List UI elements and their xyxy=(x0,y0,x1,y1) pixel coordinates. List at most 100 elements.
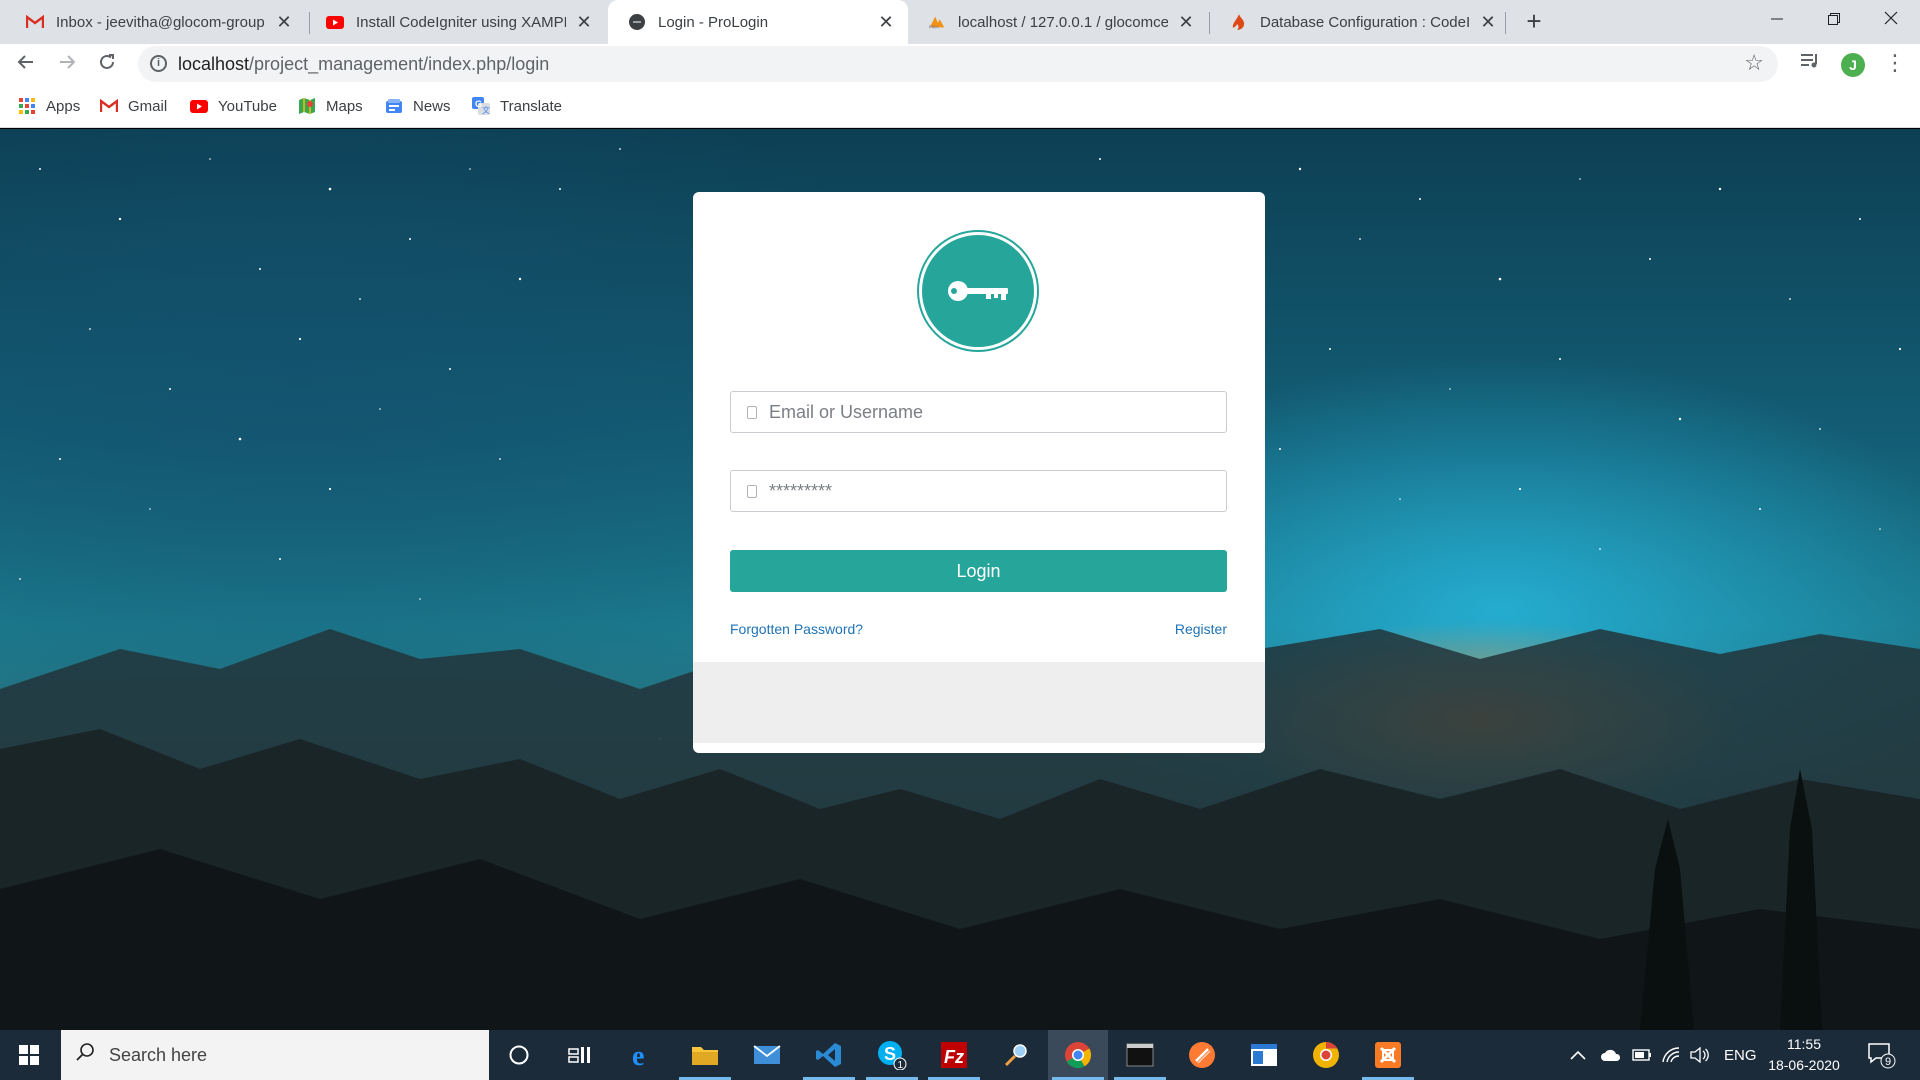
back-arrow-icon[interactable] xyxy=(10,48,42,80)
tab-phpmyadmin[interactable]: PMA localhost / 127.0.0.1 / glocomce_ ✕ xyxy=(908,0,1208,44)
vscode-icon[interactable] xyxy=(799,1030,859,1080)
cortana-icon[interactable] xyxy=(489,1030,549,1080)
apps-grid-icon xyxy=(18,97,36,115)
password-input[interactable] xyxy=(769,480,1209,502)
bookmark-label: Gmail xyxy=(128,97,168,115)
task-view-icon[interactable] xyxy=(550,1030,610,1080)
volume-icon[interactable] xyxy=(1690,1030,1710,1080)
tab-database-configuration[interactable]: Database Configuration : CodeIg ✕ xyxy=(1210,0,1510,44)
window-icon[interactable] xyxy=(1234,1030,1294,1080)
restore-icon[interactable] xyxy=(1805,0,1863,40)
system-clock[interactable]: 11:55 18-06-2020 xyxy=(1764,1034,1844,1076)
key-icon xyxy=(948,281,1008,301)
svg-text:S: S xyxy=(884,1044,896,1064)
bookmark-maps[interactable]: Maps xyxy=(298,94,363,118)
forward-arrow-icon[interactable] xyxy=(51,48,83,80)
xampp-icon[interactable] xyxy=(1358,1030,1418,1080)
terminal-icon[interactable] xyxy=(1110,1030,1170,1080)
language-indicator[interactable]: ENG xyxy=(1724,1030,1757,1080)
sublime-icon[interactable] xyxy=(1172,1030,1232,1080)
password-field[interactable] xyxy=(730,470,1227,512)
forgot-password-link[interactable]: Forgotten Password? xyxy=(730,621,863,637)
media-control-icon[interactable] xyxy=(1800,52,1820,76)
tab-divider xyxy=(1505,12,1506,34)
login-card: Login Forgotten Password? Register xyxy=(693,192,1265,753)
tab-title: Inbox - jeevitha@glocom-group. xyxy=(56,13,266,31)
svg-text:e: e xyxy=(632,1042,644,1068)
bookmark-label: YouTube xyxy=(218,97,277,115)
bookmarks-bar: Apps Gmail YouTube Maps News G文 Translat… xyxy=(0,85,1920,128)
email-field[interactable] xyxy=(730,391,1227,433)
tab-title: localhost / 127.0.0.1 / glocomce_ xyxy=(958,13,1168,31)
reload-icon[interactable] xyxy=(91,48,123,80)
translate-icon: G文 xyxy=(472,97,490,115)
new-tab-button[interactable]: + xyxy=(1518,6,1550,38)
bookmark-label: News xyxy=(413,97,451,115)
action-center-button[interactable]: 9 xyxy=(1866,1040,1896,1070)
browser-toolbar: i localhost/project_management/index.php… xyxy=(0,44,1920,85)
search-icon xyxy=(75,1042,95,1068)
bookmark-news[interactable]: News xyxy=(385,94,451,118)
chrome-canary-icon[interactable] xyxy=(1296,1030,1356,1080)
svg-text:PMA: PMA xyxy=(929,24,939,29)
close-window-icon[interactable] xyxy=(1862,0,1920,40)
show-hidden-icons[interactable] xyxy=(1570,1030,1586,1080)
site-icon xyxy=(628,13,646,31)
minimize-icon[interactable] xyxy=(1748,0,1806,40)
bookmark-label: Maps xyxy=(326,97,363,115)
filezilla-icon[interactable]: Fz xyxy=(924,1030,984,1080)
lock-icon xyxy=(747,484,757,498)
windows-logo-icon xyxy=(19,1045,39,1065)
clock-time: 11:55 xyxy=(1787,1036,1821,1052)
close-tab-icon[interactable]: ✕ xyxy=(876,12,896,33)
gmail-icon xyxy=(26,13,44,31)
bookmark-translate[interactable]: G文 Translate xyxy=(472,94,562,118)
youtube-icon xyxy=(190,97,208,115)
mail-icon[interactable] xyxy=(737,1030,797,1080)
more-menu-icon[interactable]: ⋮ xyxy=(1884,50,1906,76)
profile-avatar[interactable]: J xyxy=(1841,53,1865,77)
register-link[interactable]: Register xyxy=(1175,621,1227,637)
wifi-icon[interactable] xyxy=(1662,1030,1680,1080)
onedrive-icon[interactable] xyxy=(1600,1030,1622,1080)
site-info-icon[interactable]: i xyxy=(150,55,167,72)
start-button[interactable] xyxy=(0,1030,58,1080)
tab-title: Install CodeIgniter using XAMPP xyxy=(356,13,566,31)
battery-icon[interactable] xyxy=(1632,1030,1652,1080)
chrome-icon[interactable] xyxy=(1048,1030,1108,1080)
tab-login-prologin[interactable]: Login - ProLogin ✕ xyxy=(608,0,908,44)
windows-taskbar: Search here e S1 Fz ENG 11:55 18-06-2020… xyxy=(0,1030,1920,1080)
tab-gmail-inbox[interactable]: Inbox - jeevitha@glocom-group. ✕ xyxy=(6,0,306,44)
address-bar[interactable]: i localhost/project_management/index.php… xyxy=(138,46,1778,82)
close-tab-icon[interactable]: ✕ xyxy=(1176,12,1196,33)
search-tool-icon[interactable] xyxy=(986,1030,1046,1080)
codeigniter-icon xyxy=(1230,13,1248,31)
taskbar-search[interactable]: Search here xyxy=(61,1030,489,1080)
login-button[interactable]: Login xyxy=(730,550,1227,592)
bookmark-star-icon[interactable]: ☆ xyxy=(1744,50,1764,76)
login-logo xyxy=(919,232,1037,350)
url-path: /project_management/index.php/login xyxy=(249,54,550,74)
close-tab-icon[interactable]: ✕ xyxy=(1478,12,1498,33)
bookmark-youtube[interactable]: YouTube xyxy=(190,94,277,118)
email-input[interactable] xyxy=(769,401,1209,423)
user-icon xyxy=(747,405,757,419)
maps-icon xyxy=(298,97,316,115)
notification-icon: 9 xyxy=(1868,1043,1896,1069)
tab-title: Database Configuration : CodeIg xyxy=(1260,13,1470,31)
close-tab-icon[interactable]: ✕ xyxy=(574,12,594,33)
file-explorer-icon[interactable] xyxy=(675,1030,735,1080)
tab-title: Login - ProLogin xyxy=(658,13,769,31)
card-footer xyxy=(693,662,1265,743)
login-page-background: Login Forgotten Password? Register xyxy=(0,129,1920,1030)
bookmark-gmail[interactable]: Gmail xyxy=(100,94,167,118)
edge-icon[interactable]: e xyxy=(613,1030,673,1080)
phpmyadmin-icon: PMA xyxy=(928,13,946,31)
svg-text:G: G xyxy=(475,99,482,109)
close-tab-icon[interactable]: ✕ xyxy=(274,12,294,33)
news-icon xyxy=(385,97,403,115)
bookmark-apps[interactable]: Apps xyxy=(18,94,80,118)
search-placeholder: Search here xyxy=(109,1044,208,1065)
tab-install-codeigniter[interactable]: Install CodeIgniter using XAMPP ✕ xyxy=(306,0,606,44)
skype-icon[interactable]: S1 xyxy=(862,1030,922,1080)
